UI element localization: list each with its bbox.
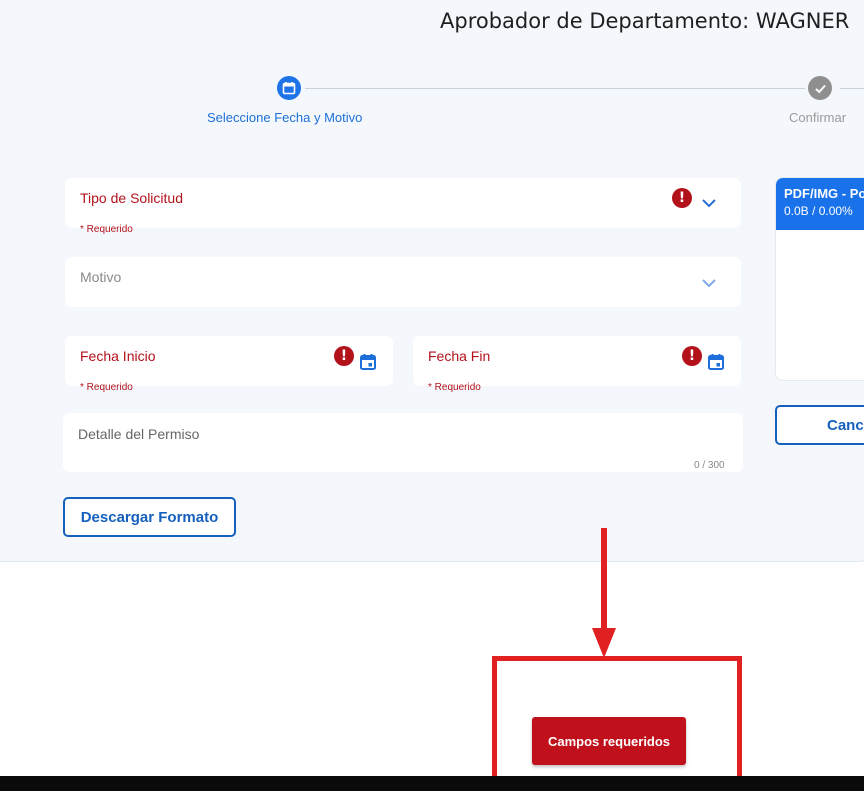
annotation-arrow-shaft (601, 528, 607, 630)
step-1-indicator[interactable] (277, 76, 301, 100)
calendar-icon[interactable] (707, 353, 725, 371)
calendar-icon[interactable] (359, 353, 377, 371)
cancel-button[interactable]: Canc (775, 405, 864, 445)
motivo-label: Motivo (80, 269, 122, 285)
upload-header: PDF/IMG - Po 0.0B / 0.00% (776, 178, 864, 230)
fecha-inicio-label: Fecha Inicio (80, 348, 156, 364)
tipo-solicitud-select[interactable]: Tipo de Solicitud ! (65, 178, 741, 228)
fecha-fin-field[interactable]: Fecha Fin ! (413, 336, 741, 386)
detalle-label: Detalle del Permiso (78, 426, 200, 442)
detalle-textarea[interactable]: Detalle del Permiso (63, 413, 743, 472)
fecha-fin-helper: * Requerido (428, 382, 481, 393)
stepper-connector (305, 88, 805, 89)
campos-requeridos-button[interactable]: Campos requeridos (532, 717, 686, 765)
error-icon: ! (334, 346, 354, 366)
descargar-formato-button[interactable]: Descargar Formato (63, 497, 236, 537)
chevron-down-icon[interactable] (701, 277, 717, 289)
motivo-select[interactable]: Motivo (65, 257, 741, 307)
tipo-solicitud-helper: * Requerido (80, 224, 133, 235)
upload-size: 0.0B / 0.00% (784, 204, 853, 218)
character-counter: 0 / 300 (694, 460, 725, 471)
fecha-fin-label: Fecha Fin (428, 348, 491, 364)
approver-title: Aprobador de Departamento: WAGNER (440, 9, 850, 33)
step-1-label[interactable]: Seleccione Fecha y Motivo (207, 110, 362, 125)
step-2-label[interactable]: Confirmar (789, 110, 846, 125)
upload-title: PDF/IMG - Po (784, 186, 864, 201)
error-icon: ! (672, 188, 692, 208)
error-icon: ! (682, 346, 702, 366)
tipo-solicitud-label: Tipo de Solicitud (80, 190, 183, 206)
stepper-connector-tail (840, 88, 864, 89)
bottom-bar (0, 776, 864, 791)
calendar-icon (282, 82, 296, 95)
annotation-arrow-head (592, 628, 616, 658)
upload-card[interactable]: PDF/IMG - Po 0.0B / 0.00% (775, 177, 864, 381)
fecha-inicio-field[interactable]: Fecha Inicio ! (65, 336, 393, 386)
check-icon (814, 84, 826, 93)
step-2-indicator[interactable] (808, 76, 832, 100)
chevron-down-icon[interactable] (701, 197, 717, 209)
fecha-inicio-helper: * Requerido (80, 382, 133, 393)
